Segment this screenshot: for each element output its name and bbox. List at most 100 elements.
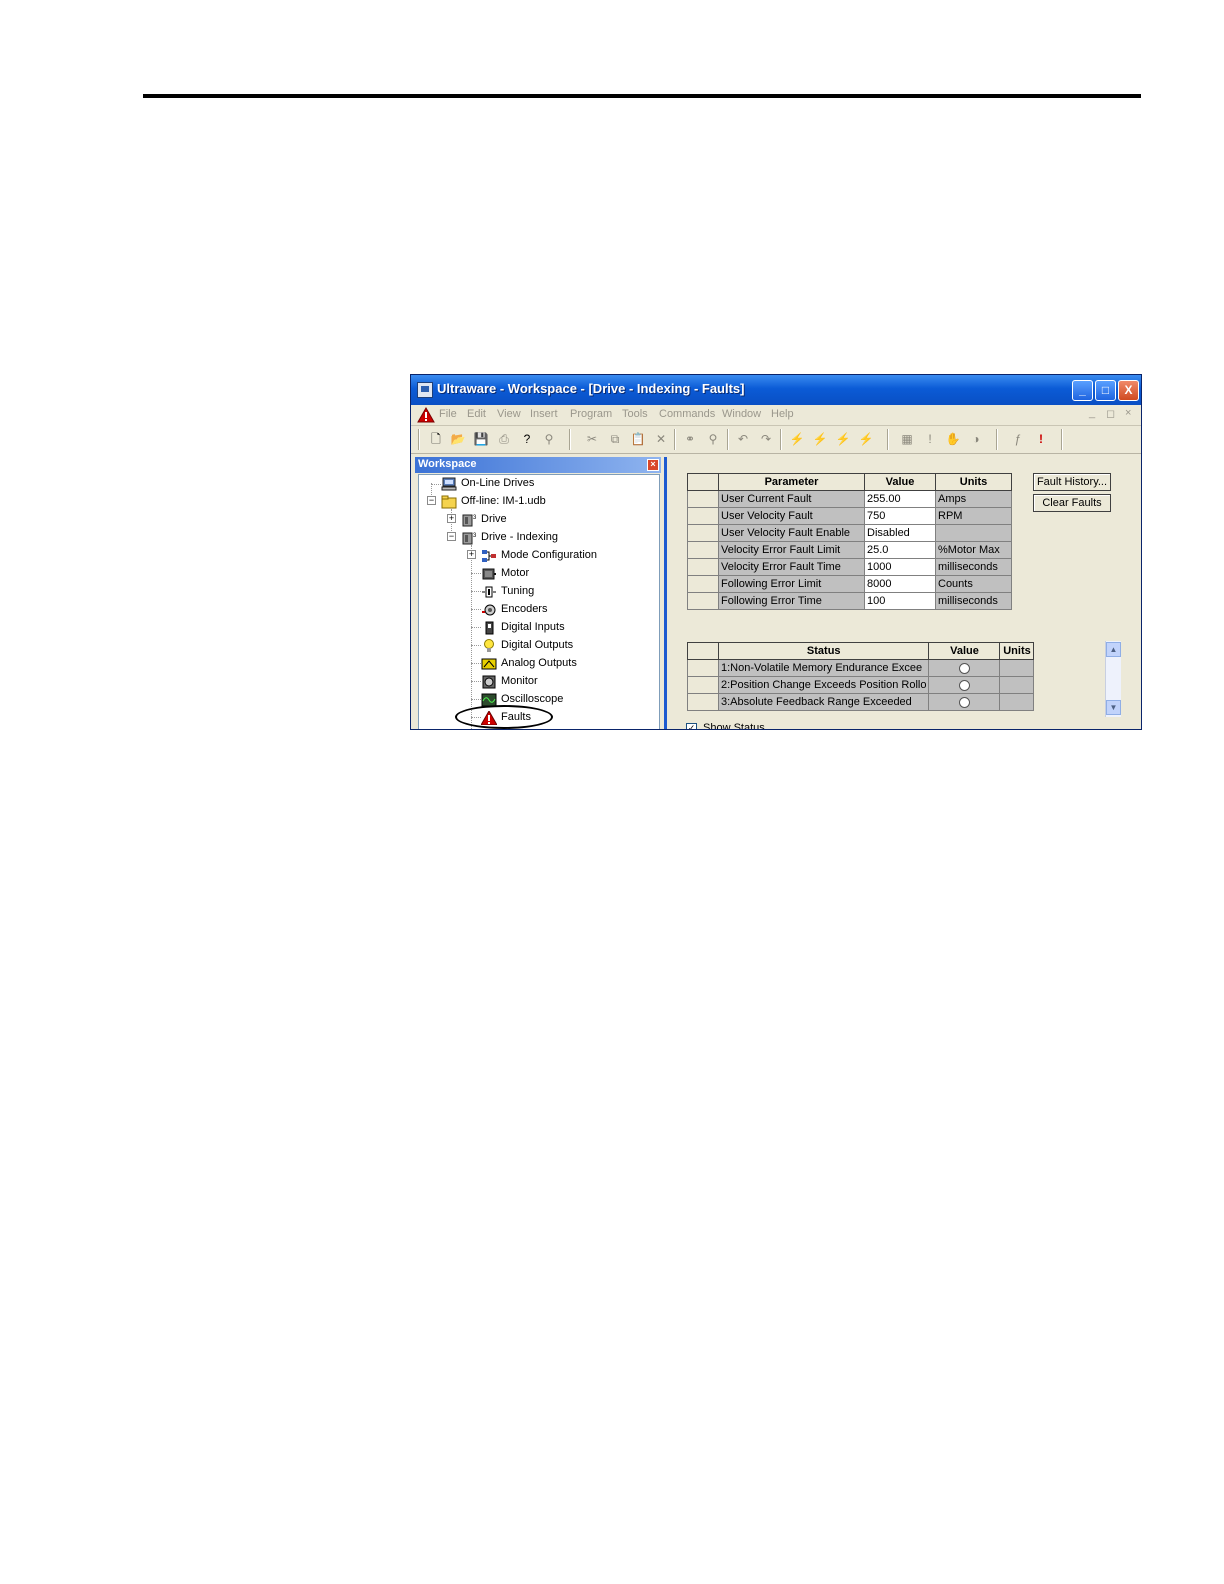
collapse-drive-indexing-toggle[interactable]: − [447, 532, 456, 541]
tuning-icon [482, 586, 496, 598]
parameter-value-cell[interactable]: 25.0 [864, 541, 936, 559]
undo-icon[interactable]: ↶ [735, 431, 751, 447]
minimize-button[interactable]: _ [1072, 380, 1093, 401]
table-row[interactable]: Following Error Time 100 milliseconds [687, 592, 1012, 610]
fault-status-table: Status Value Units 1:Non-Volatile Memory… [687, 642, 1035, 711]
show-status-checkbox[interactable]: ✓ [686, 723, 697, 729]
mdi-close-button[interactable]: × [1125, 407, 1131, 419]
connect-icon[interactable]: ⚡ [789, 431, 805, 447]
status-bulb-icon [958, 662, 970, 674]
drive-icon: 3 [462, 532, 477, 545]
save-icon[interactable]: 💾 [473, 431, 489, 447]
table-row[interactable]: Velocity Error Fault Limit 25.0 %Motor Max [687, 541, 1012, 559]
upload-icon[interactable]: ⚡ [812, 431, 828, 447]
workspace-close-icon[interactable]: × [647, 459, 659, 471]
parameter-value-cell[interactable]: 8000 [864, 575, 936, 593]
context-help-icon[interactable]: ⚲ [541, 431, 557, 447]
function-icon[interactable]: ƒ [1010, 431, 1026, 447]
cut-icon[interactable]: ✂ [584, 431, 600, 447]
table-row[interactable]: User Velocity Fault 750 RPM [687, 507, 1012, 525]
menu-help[interactable]: Help [771, 408, 794, 420]
menu-insert[interactable]: Insert [530, 408, 558, 420]
parameter-name-cell: Velocity Error Fault Time [718, 558, 865, 576]
alert-icon[interactable]: ! [922, 431, 938, 447]
pane-splitter[interactable] [664, 457, 667, 729]
status-units-cell [999, 659, 1035, 677]
tree-connector [471, 663, 481, 664]
menu-program[interactable]: Program [570, 408, 612, 420]
compare-icon[interactable]: ◑ [968, 431, 984, 447]
row-selector [687, 592, 719, 610]
menu-edit[interactable]: Edit [467, 408, 486, 420]
table-row[interactable]: Velocity Error Fault Time 1000 millisecond… [687, 558, 1012, 576]
menu-file[interactable]: File [439, 408, 457, 420]
close-button[interactable]: X [1118, 380, 1139, 401]
header-status-value[interactable]: Value [928, 642, 1001, 660]
tree-connector [431, 484, 441, 485]
redo-icon[interactable]: ↷ [758, 431, 774, 447]
header-units[interactable]: Units [935, 473, 1012, 491]
table-row[interactable]: 3:Absolute Feedback Range Exceeded [687, 693, 1035, 711]
header-parameter[interactable]: Parameter [718, 473, 865, 491]
menu-tools[interactable]: Tools [622, 408, 648, 420]
parameter-units-cell: %Motor Max [935, 541, 1012, 559]
mdi-restore-button[interactable]: ◻ [1106, 407, 1115, 420]
fault-warning-icon [417, 407, 435, 423]
faults-highlight-circle [455, 705, 553, 729]
parameter-value-cell[interactable]: 750 [864, 507, 936, 525]
parameter-value-cell[interactable]: 1000 [864, 558, 936, 576]
table-header-row: Status Value Units [687, 642, 1035, 660]
table-row[interactable]: User Current Fault 255.00 Amps [687, 490, 1012, 508]
parameter-name-cell: User Velocity Fault Enable [718, 524, 865, 542]
paste-icon[interactable]: 📋 [630, 431, 646, 447]
menu-window[interactable]: Window [722, 408, 761, 420]
collapse-offline-toggle[interactable]: − [427, 496, 436, 505]
print-icon[interactable]: ⎙ [496, 431, 512, 447]
table-row[interactable]: 2:Position Change Exceeds Position Rollo [687, 676, 1035, 694]
parameter-value-cell[interactable]: 255.00 [864, 490, 936, 508]
menu-commands[interactable]: Commands [659, 408, 715, 420]
mdi-minimize-button[interactable]: _ [1089, 407, 1095, 419]
parameter-name-cell: User Velocity Fault [718, 507, 865, 525]
status-name-cell: 1:Non-Volatile Memory Endurance Excee [717, 659, 930, 677]
expand-mode-configuration-toggle[interactable]: + [467, 550, 476, 559]
help-icon[interactable]: ? [519, 431, 535, 447]
status-scrollbar[interactable]: ▲ ▼ [1105, 641, 1121, 717]
open-icon[interactable]: 📂 [450, 431, 466, 447]
expand-drive-toggle[interactable]: + [447, 514, 456, 523]
parameter-units-cell: RPM [935, 507, 1012, 525]
disconnect-icon[interactable]: ⚡ [858, 431, 874, 447]
parameter-value-cell[interactable]: 100 [864, 592, 936, 610]
grid-icon[interactable]: ▦ [899, 431, 915, 447]
scroll-down-icon[interactable]: ▼ [1106, 700, 1121, 715]
table-row[interactable]: 1:Non-Volatile Memory Endurance Excee [687, 659, 1035, 677]
download-icon[interactable]: ⚡ [835, 431, 851, 447]
header-status[interactable]: Status [717, 642, 930, 660]
delete-icon[interactable]: ✕ [653, 431, 669, 447]
maximize-button[interactable]: □ [1095, 380, 1116, 401]
header-status-units[interactable]: Units [999, 642, 1035, 660]
copy-icon[interactable]: ⧉ [607, 431, 623, 447]
parameter-value-cell[interactable]: Disabled [864, 524, 936, 542]
fault-reset-icon[interactable]: ! [1033, 431, 1049, 447]
parameter-name-cell: Following Error Limit [718, 575, 865, 593]
status-value-cell [928, 676, 1001, 694]
workspace-title-bar: Workspace × [415, 457, 661, 473]
title-bar[interactable]: Ultraware - Workspace - [Drive - Indexin… [411, 375, 1141, 405]
menu-view[interactable]: View [497, 408, 521, 420]
toolbar-grip [418, 429, 420, 450]
stop-icon[interactable]: ✋ [945, 431, 961, 447]
find-icon[interactable]: ⚭ [682, 431, 698, 447]
scroll-up-icon[interactable]: ▲ [1106, 642, 1121, 657]
parameter-name-cell: Velocity Error Fault Limit [718, 541, 865, 559]
tree-connector [471, 699, 481, 700]
fault-history-button[interactable]: Fault History... [1033, 473, 1111, 491]
find-replace-icon[interactable]: ⚲ [705, 431, 721, 447]
header-value[interactable]: Value [864, 473, 936, 491]
table-row[interactable]: Following Error Limit 8000 Counts [687, 575, 1012, 593]
table-row[interactable]: User Velocity Fault Enable Disabled [687, 524, 1012, 542]
digital-input-icon [485, 621, 494, 635]
new-icon[interactable]: 🗋 [428, 431, 444, 447]
clear-faults-button[interactable]: Clear Faults [1033, 494, 1111, 512]
table-header-row: Parameter Value Units [687, 473, 1012, 491]
